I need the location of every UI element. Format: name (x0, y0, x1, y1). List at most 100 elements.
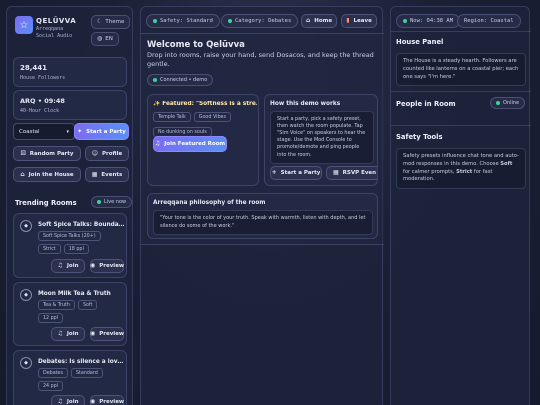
events-button[interactable]: ▦ Events (85, 167, 129, 182)
safety-dot-icon (153, 19, 157, 23)
room-diamond-icon: ◆ (20, 357, 32, 369)
theme-label: Theme (105, 19, 125, 25)
language-button[interactable]: ◍ EN (91, 32, 119, 46)
rsvp-label: RSVP Even (342, 170, 377, 176)
home-button[interactable]: ⌂ Home (301, 14, 337, 28)
language-label: EN (105, 36, 113, 42)
random-party-button[interactable]: ⚄ Random Party (13, 146, 81, 161)
app-logo-icon: ☆ (15, 16, 33, 34)
philosophy-title: Arreqqana philosophy of the room (153, 200, 266, 206)
calendar-icon: ▦ (333, 169, 339, 176)
room-tag: Soft Spice Talks (20+) (38, 231, 101, 241)
join-featured-button[interactable]: ♫ Join Featured Room (153, 136, 227, 152)
safety-tools-title: Safety Tools (396, 133, 443, 141)
time-dot-icon (403, 19, 407, 23)
room-join-button[interactable]: ♫ Join (51, 327, 85, 341)
safety-indicator[interactable]: Safety: Standard (146, 14, 220, 28)
main-panel: Safety: Standard Category: Debates ⌂ Hom… (140, 6, 384, 405)
safety-soft-label: Soft (500, 160, 513, 167)
safety-text-part: for calmer prompts, (403, 168, 457, 175)
door-icon: ▮ (346, 17, 350, 24)
room-join-label: Join (66, 331, 79, 337)
random-party-label: Random Party (29, 150, 74, 157)
start-party-secondary-button[interactable]: + Start a Party (270, 166, 322, 180)
house-icon: ⌂ (305, 17, 311, 24)
current-time-label: Now: 04:38 AM (410, 18, 454, 24)
online-label: Online (503, 100, 520, 106)
app-name: QELŪVVA (36, 17, 77, 25)
room-tag: Strict (38, 244, 61, 254)
followers-label: House Followers (20, 75, 66, 81)
how-it-works-card: How this demo works Start a party, pick … (264, 94, 378, 186)
leave-label: Leave (353, 18, 372, 24)
eye-icon: ◉ (90, 398, 96, 405)
start-party-button[interactable]: ✦ Start a Party (74, 123, 129, 140)
room-diamond-icon: ◆ (20, 220, 32, 232)
region-indicator: Region: Coastal (457, 14, 521, 28)
theme-button[interactable]: ☾ Theme (91, 15, 131, 29)
room-preview-button[interactable]: ◉ Preview (90, 259, 124, 273)
safety-strict-label: Strict (456, 168, 473, 175)
app-subtitle-1: Arreqqana (36, 26, 64, 32)
calendar-icon: ▦ (91, 170, 98, 178)
room-title: Moon Milk Tea & Truth (38, 291, 111, 297)
room-tag: Standard (70, 368, 103, 378)
chevron-down-icon: ▾ (66, 128, 69, 135)
join-house-button[interactable]: ⌂ Join the House (13, 167, 81, 182)
welcome-card: Welcome to Qelūvva Drop into rooms, rais… (141, 33, 384, 245)
welcome-text: Drop into rooms, raise your hand, send D… (147, 51, 374, 69)
live-now-label: Live now (104, 199, 127, 205)
clock-card: ARQ • 09:48 40-Hour Clock (13, 90, 127, 120)
app-subtitle-2: Social Audio (36, 33, 73, 39)
room-tag: Soft (77, 300, 98, 310)
room-join-button[interactable]: ♫ Join (51, 259, 85, 273)
philosophy-card: Arreqqana philosophy of the room "Your t… (147, 193, 378, 239)
room-preview-label: Preview (99, 331, 125, 337)
globe-icon: ◍ (97, 35, 103, 42)
room-join-label: Join (66, 263, 79, 269)
room-preview-button[interactable]: ◉ Preview (90, 327, 124, 341)
room-tag: Tea & Truth (38, 300, 75, 310)
connected-dot-icon (153, 78, 157, 82)
right-sidebar: Now: 04:38 AM Region: Coastal House Pane… (390, 6, 531, 405)
start-party-label: Start a Party (86, 128, 126, 135)
house-panel-text: The House is a steady hearth. Followers … (396, 53, 526, 87)
eye-icon: ◉ (90, 330, 96, 337)
divider (391, 91, 531, 92)
live-now-badge: Live now (91, 196, 133, 208)
how-text: Start a party, pick a safety preset, the… (270, 111, 374, 164)
safety-tools-text: Safety presets influence chat tone and a… (396, 148, 526, 190)
room-card[interactable]: ◆ Soft Spice Talks: Bounda… Soft Spice T… (13, 213, 127, 278)
rsvp-event-button[interactable]: ▦ RSVP Even (326, 166, 377, 180)
region-select[interactable]: Coastal ▾ (13, 123, 75, 140)
room-preview-label: Preview (99, 263, 125, 269)
dice-icon: ⚄ (20, 149, 26, 157)
room-diamond-icon: ◆ (20, 289, 32, 301)
clock-value: ARQ • 09:48 (20, 97, 65, 105)
profile-label: Profile (102, 150, 123, 157)
featured-title: ✨ Featured: "Softness is a stre… (153, 101, 257, 107)
profile-button[interactable]: ☺ Profile (85, 146, 129, 161)
divider (391, 125, 531, 126)
events-label: Events (101, 171, 123, 178)
philosophy-text: "Your tone is the color of your truth. S… (153, 210, 373, 235)
room-card[interactable]: ◆ Moon Milk Tea & Truth Tea & Truth Soft… (13, 282, 127, 346)
room-join-button[interactable]: ♫ Join (51, 395, 85, 405)
leave-button[interactable]: ▮ Leave (341, 14, 377, 28)
start-party-secondary-label: Start a Party (280, 170, 321, 176)
online-dot-icon (496, 101, 500, 105)
room-preview-label: Preview (99, 399, 125, 405)
connected-label: Connected • demo (160, 77, 208, 83)
category-indicator[interactable]: Category: Debates (221, 14, 299, 28)
headphones-icon: ♫ (57, 330, 63, 337)
featured-tag: Temple Talk (153, 112, 191, 122)
join-featured-label: Join Featured Room (164, 141, 226, 147)
room-preview-button[interactable]: ◉ Preview (90, 395, 124, 405)
room-card[interactable]: ◆ Debates: Is silence a lov… Debates Sta… (13, 350, 127, 405)
house-icon: ⌂ (20, 170, 25, 178)
category-label: Category: Debates (235, 18, 292, 24)
featured-room-card[interactable]: ✨ Featured: "Softness is a stre… Temple … (147, 94, 259, 186)
people-title: People in Room (396, 100, 456, 108)
online-badge: Online (490, 97, 526, 109)
region-label: Region: Coastal (464, 18, 514, 24)
